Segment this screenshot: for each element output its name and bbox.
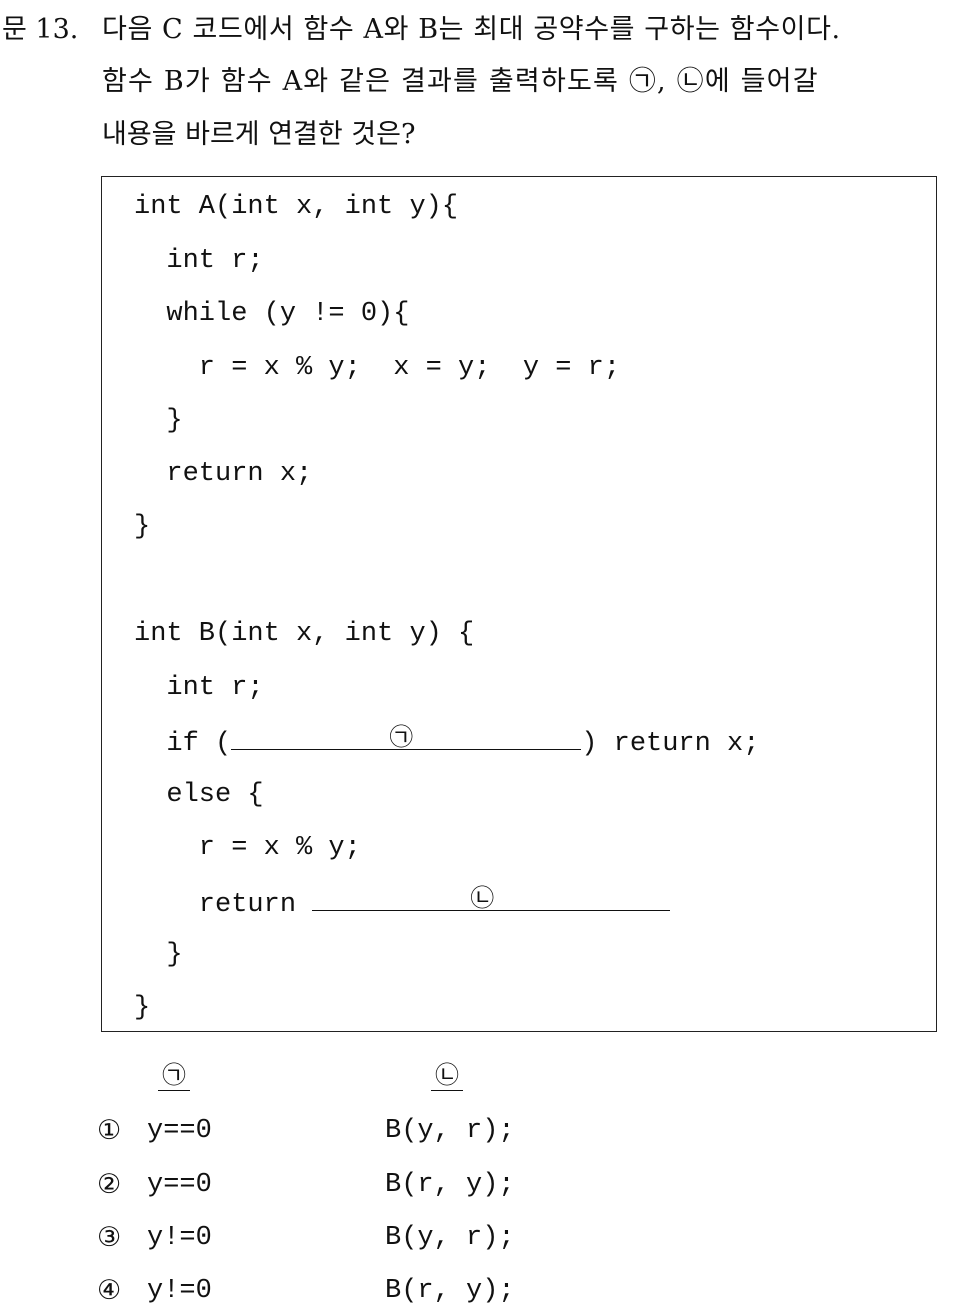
code-line: int r; — [134, 673, 264, 703]
code-line: } — [134, 406, 183, 436]
code-line-return: return ㉡ — [134, 884, 671, 923]
option-a: y!=0 — [147, 1276, 212, 1306]
blank-a: ㉠ — [231, 723, 582, 751]
option-2[interactable]: ② y==0 B(r, y); — [97, 1167, 515, 1203]
code-line: int r; — [134, 246, 264, 276]
code-line: else { — [134, 780, 264, 810]
code-text: if ( — [134, 729, 232, 759]
code-line: r = x % y; x = y; y = r; — [134, 353, 621, 383]
code-line: int B(int x, int y) { — [134, 619, 475, 649]
code-line-if: if ( ㉠ ) return x; — [134, 723, 759, 762]
option-b: B(r, y); — [385, 1276, 515, 1306]
code-line: } — [134, 993, 151, 1023]
option-number: ① — [97, 1115, 122, 1146]
option-b: B(y, r); — [385, 1223, 515, 1253]
question-line-1: 다음 C 코드에서 함수 A와 B는 최대 공약수를 구하는 함수이다. — [102, 14, 841, 45]
option-number: ④ — [97, 1275, 122, 1306]
option-4[interactable]: ④ y!=0 B(r, y); — [97, 1273, 515, 1309]
code-line: r = x % y; — [134, 833, 361, 863]
blank-b: ㉡ — [312, 884, 671, 912]
code-line: } — [134, 940, 183, 970]
blank-a-marker: ㉠ — [389, 723, 414, 751]
option-number: ② — [97, 1169, 122, 1200]
option-3[interactable]: ③ y!=0 B(y, r); — [97, 1220, 515, 1256]
option-a: y==0 — [147, 1170, 212, 1200]
option-b: B(r, y); — [385, 1170, 515, 1200]
code-line: int A(int x, int y){ — [134, 192, 459, 222]
code-text: return — [134, 890, 313, 920]
blank-b-marker: ㉡ — [470, 884, 495, 912]
option-1[interactable]: ① y==0 B(y, r); — [97, 1113, 515, 1149]
code-text: ) return x; — [581, 729, 760, 759]
question-number: 문 13. — [2, 14, 79, 45]
option-number: ③ — [97, 1222, 122, 1253]
code-line: return x; — [134, 459, 313, 489]
question-line-2: 함수 B가 함수 A와 같은 결과를 출력하도록 ㉠, ㉡에 들어갈 — [102, 66, 819, 97]
answer-header-a: ㉠ — [158, 1060, 190, 1091]
code-line: } — [134, 512, 151, 542]
question-line-3: 내용을 바르게 연결한 것은? — [102, 119, 416, 150]
option-a: y==0 — [147, 1116, 212, 1146]
code-line: while (y != 0){ — [134, 299, 410, 329]
answer-header-b: ㉡ — [431, 1060, 463, 1091]
option-b: B(y, r); — [385, 1116, 515, 1146]
option-a: y!=0 — [147, 1223, 212, 1253]
